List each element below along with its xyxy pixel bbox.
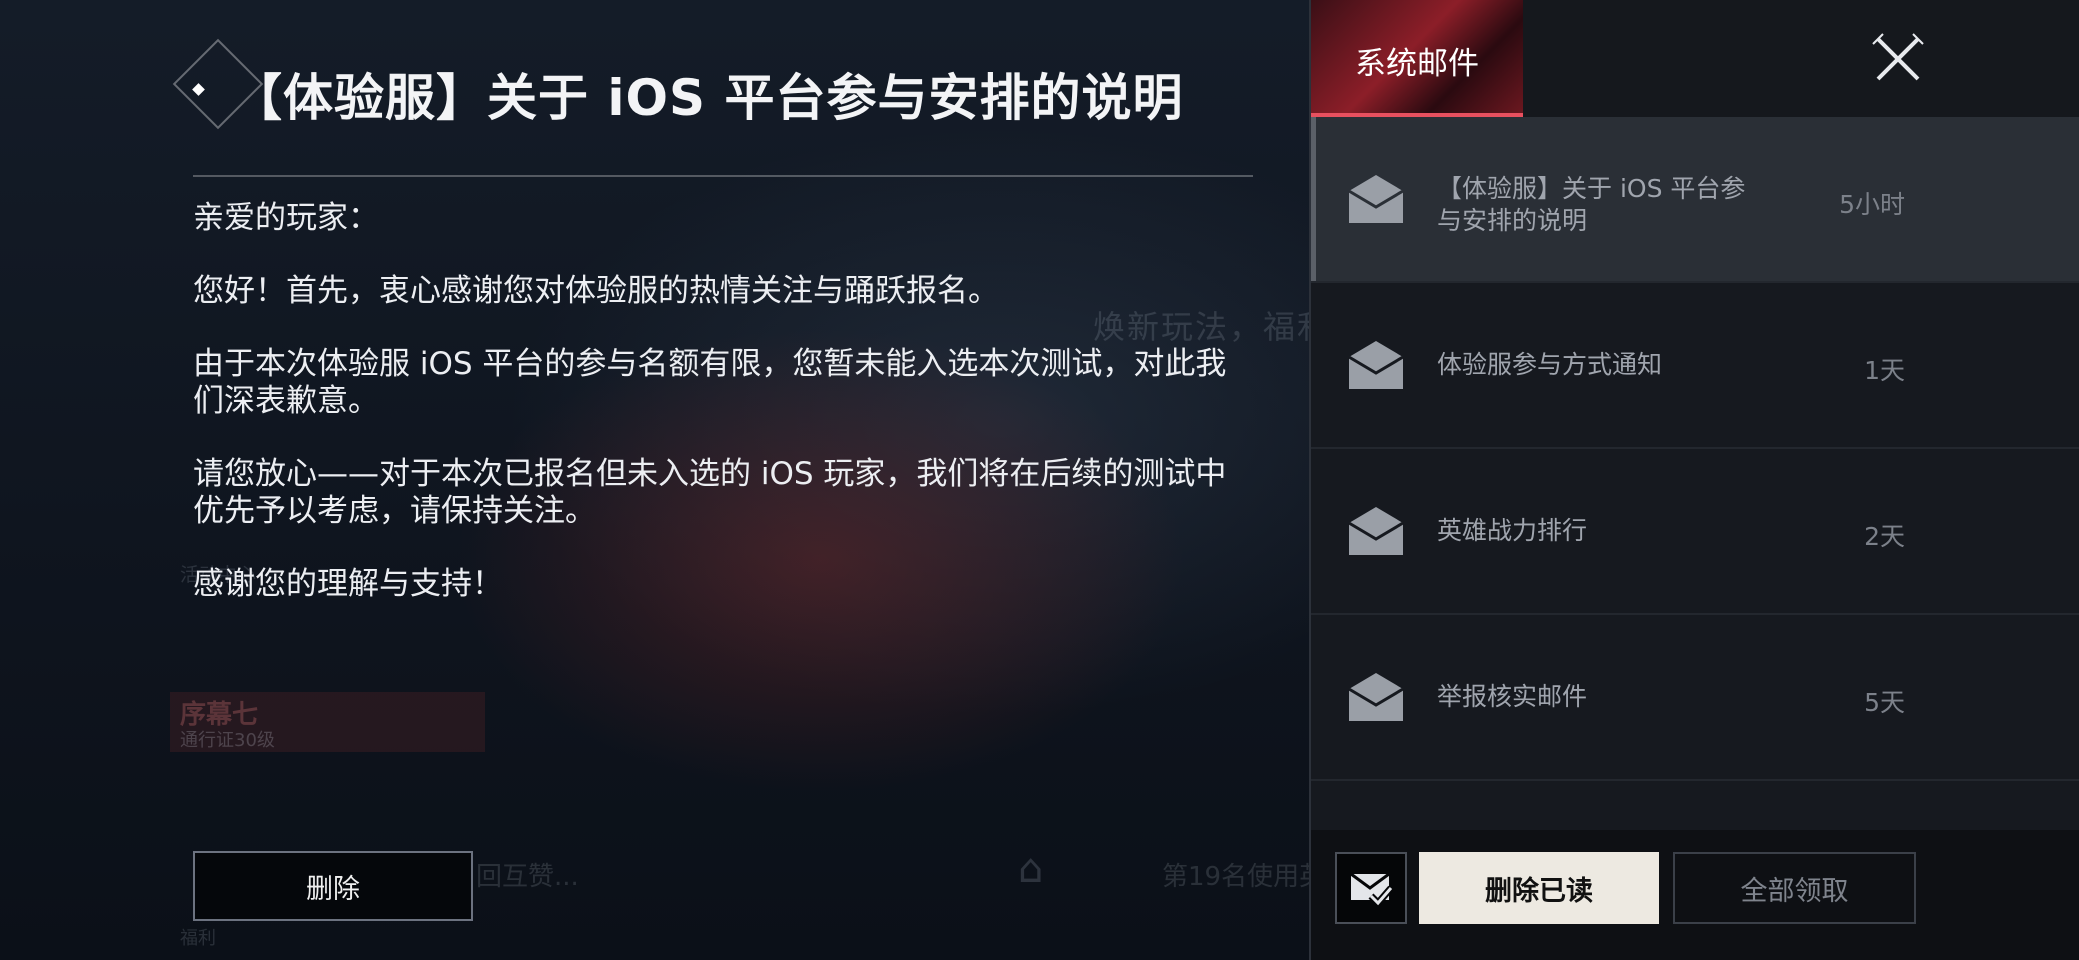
panel-footer: 删除已读 全部领取	[1311, 830, 2079, 960]
mail-item-title: 【体验服】关于 iOS 平台参与安排的说明	[1437, 174, 1746, 235]
delete-mail-button[interactable]: 删除	[193, 851, 473, 921]
mail-detail-title: 【体验服】关于 iOS 平台参与安排的说明	[232, 69, 1184, 127]
background-card-subtitle: 通行证30级	[180, 730, 275, 751]
mail-item-title: 英雄战力排行	[1437, 516, 1588, 545]
tab-system-mail[interactable]: 系统邮件	[1311, 0, 1523, 117]
mail-panel: 系统邮件 【体验服】关于 iOS 平台参与安排的说明 5小时 体验服参与方式通知…	[1309, 0, 2079, 960]
close-button[interactable]	[1869, 30, 1927, 88]
panel-header: 系统邮件	[1311, 0, 2079, 118]
mark-all-read-button[interactable]	[1335, 852, 1407, 924]
envelope-icon	[1348, 341, 1404, 389]
background-like-text: 回互赞...	[476, 862, 579, 892]
background-rank-text: 第19名使用英	[1162, 862, 1326, 892]
title-divider	[193, 175, 1253, 177]
mail-paragraph: 感谢您的理解与支持！	[193, 566, 503, 602]
mail-list-item[interactable]: 体验服参与方式通知 1天	[1311, 283, 2079, 449]
mail-item-time: 2天	[1864, 522, 1905, 551]
close-icon	[1872, 33, 1924, 81]
mail-list: 【体验服】关于 iOS 平台参与安排的说明 5小时 体验服参与方式通知 1天 英…	[1311, 117, 2079, 827]
claim-all-button[interactable]: 全部领取	[1673, 852, 1916, 924]
mail-item-time: 5小时	[1839, 190, 1905, 219]
delete-read-button[interactable]: 删除已读	[1419, 852, 1659, 924]
mail-item-time: 5天	[1864, 688, 1905, 717]
mail-list-item[interactable]: 【体验服】关于 iOS 平台参与安排的说明 5小时	[1311, 117, 2079, 283]
tab-system-mail-label: 系统邮件	[1355, 46, 1479, 82]
mail-paragraph: 您好！首先，衷心感谢您对体验服的热情关注与踊跃报名。	[193, 273, 999, 309]
mail-item-title: 举报核实邮件	[1437, 682, 1588, 711]
mail-list-item[interactable]: 英雄战力排行 2天	[1311, 449, 2079, 615]
mail-paragraph: 亲爱的玩家：	[193, 200, 379, 236]
envelope-icon	[1348, 507, 1404, 555]
mail-paragraph: 请您放心——对于本次已报名但未入选的 iOS 玩家，我们将在后续的测试中优先予以…	[193, 456, 1227, 529]
mail-item-time: 1天	[1864, 356, 1905, 385]
mail-item-title: 体验服参与方式通知	[1437, 350, 1663, 379]
envelope-icon	[1348, 673, 1404, 721]
home-icon: ⌂	[1018, 846, 1044, 892]
mail-list-item[interactable]: 举报核实邮件 5天	[1311, 615, 2079, 781]
mark-all-read-icon	[1350, 872, 1393, 908]
mail-list-item-partial	[1311, 781, 2079, 827]
background-bottom-text: 福利	[180, 928, 216, 949]
mail-paragraph: 由于本次体验服 iOS 平台的参与名额有限，您暂未能入选本次测试，对此我们深表歉…	[193, 346, 1227, 419]
envelope-icon	[1348, 175, 1404, 223]
mail-detail-body: 亲爱的玩家： 您好！首先，衷心感谢您对体验服的热情关注与踊跃报名。 由于本次体验…	[193, 200, 1253, 639]
